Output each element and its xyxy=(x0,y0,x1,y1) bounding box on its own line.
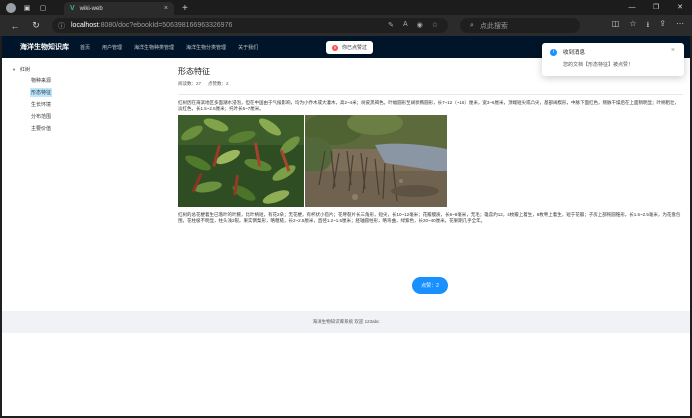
address-bar[interactable]: ⓘ localhost :8080/doc?ebookId=5063981669… xyxy=(52,18,448,33)
window-controls: — ❐ ✕ xyxy=(620,0,692,15)
tree-root-label: 红树 xyxy=(19,67,30,73)
maximize-button[interactable]: ❐ xyxy=(644,0,668,15)
minimize-button[interactable]: — xyxy=(620,0,644,15)
tree-node-value[interactable]: 主要价值 xyxy=(30,124,52,133)
menu-item-about[interactable]: 关于我们 xyxy=(238,44,258,51)
notification-title: 收到消息 xyxy=(563,50,586,56)
tree-node-morphology[interactable]: 形态特征 xyxy=(30,88,53,97)
favorite-icon[interactable]: ☆ xyxy=(432,21,438,29)
favorites-icon[interactable]: ☆ xyxy=(629,19,636,33)
toast-text: 你已点赞过 xyxy=(342,45,368,51)
photo-row xyxy=(178,115,684,207)
share-icon[interactable]: ⇪ xyxy=(659,19,666,33)
footer: 海洋生物知识库系统 欢迎 123abc xyxy=(2,311,690,333)
info-icon: i xyxy=(550,49,557,56)
search-placeholder: 点此搜索 xyxy=(479,22,508,30)
tab-actions-icon[interactable]: ▢ xyxy=(38,3,48,13)
browser-search-box[interactable]: ⌕ 点此搜索 xyxy=(460,18,580,33)
read-count: 阅读数：27 xyxy=(178,81,202,86)
reload-icon[interactable]: ↻ xyxy=(30,20,42,31)
notification-close-button[interactable]: × xyxy=(671,47,675,54)
tab-close-button[interactable]: × xyxy=(164,5,168,12)
doc-paragraph-1: 红树因在海滨地区多面潮水浸泡，但在中国由于气候影响，均为小乔木或大灌木，高2~4… xyxy=(178,100,680,111)
web-page: 海洋生物知识库 首页 用户管理 海洋生物种类管理 海洋生物分类管理 关于我们 ✕… xyxy=(2,36,690,416)
split-screen-icon[interactable]: ◫ xyxy=(612,19,620,33)
error-toast: ✕ 你已点赞过 xyxy=(326,41,374,54)
browser-right-tools: ◫ ☆ ⭳ ⇪ ⋯ xyxy=(612,19,684,33)
vote-button[interactable]: 点赞：2 xyxy=(412,277,448,294)
address-actions: ✎ A ◉ ☆ xyxy=(388,21,438,29)
app-brand[interactable]: 海洋生物知识库 xyxy=(20,42,78,52)
doc-content: 形态特征 阅读数：27 点赞数：2 红树因在海滨地区多面潮水浸泡，但在中国由于气… xyxy=(178,66,684,224)
profile-avatar[interactable] xyxy=(6,2,16,13)
menu-item-home[interactable]: 首页 xyxy=(80,44,90,51)
vue-logo-icon: V xyxy=(70,5,75,12)
divider xyxy=(178,94,683,95)
doc-title: 形态特征 xyxy=(178,67,210,76)
search-icon: ⌕ xyxy=(470,21,474,29)
new-tab-button[interactable]: + xyxy=(182,3,188,14)
url-host: localhost xyxy=(71,22,99,29)
menu-item-species[interactable]: 海洋生物种类管理 xyxy=(134,44,174,51)
site-info-icon[interactable]: ⓘ xyxy=(58,21,65,31)
menu-item-users[interactable]: 用户管理 xyxy=(102,44,122,51)
browser-toolbar: ← ↻ ⓘ localhost :8080/doc?ebookId=506398… xyxy=(0,15,692,36)
edit-icon[interactable]: ✎ xyxy=(388,21,394,29)
doc-meta: 阅读数：27 点赞数：2 xyxy=(178,81,684,87)
mangrove-roots-photo xyxy=(305,115,447,207)
back-icon[interactable]: ← xyxy=(9,21,21,31)
close-window-button[interactable]: ✕ xyxy=(668,0,692,15)
top-menu: 首页 用户管理 海洋生物种类管理 海洋生物分类管理 关于我们 xyxy=(78,44,258,51)
mangrove-leaves-photo xyxy=(178,115,304,207)
download-icon[interactable]: ⭳ xyxy=(646,19,649,33)
menu-item-category[interactable]: 海洋生物分类管理 xyxy=(186,44,226,51)
workspaces-icon[interactable]: ▣ xyxy=(22,3,32,13)
tree-node-origin[interactable]: 物种来源 xyxy=(30,76,52,85)
tree-node-habitat[interactable]: 生长环境 xyxy=(30,100,52,109)
tree-node-distribution[interactable]: 分布范围 xyxy=(30,112,52,121)
extension-icon[interactable]: ◉ xyxy=(417,21,423,29)
doc-paragraph-2: 红树的总花梗着生已落叶的叶腋，比叶柄短，有花2朵；无花梗，有杯状小苞片；花萼裂片… xyxy=(178,212,681,223)
tab-title: wiki-web xyxy=(79,5,103,12)
browser-tabbar: ▣ ▢ V wiki-web × + — ❐ ✕ xyxy=(0,0,692,15)
url-path: :8080/doc?ebookId=506398166963326976 xyxy=(98,22,233,29)
more-icon[interactable]: ⋯ xyxy=(676,19,684,33)
doc-tree: ▼ 红树 物种来源 形态特征 生长环境 分布范围 主要价值 xyxy=(12,66,162,133)
read-aloud-icon[interactable]: A xyxy=(403,21,408,29)
mangrove-leaves-image xyxy=(178,115,304,207)
error-icon: ✕ xyxy=(332,44,338,51)
vote-count: 点赞数：2 xyxy=(208,81,229,86)
mangrove-roots-image xyxy=(305,115,447,207)
caret-down-icon[interactable]: ▼ xyxy=(12,67,16,72)
tree-root-node[interactable]: ▼ 红树 xyxy=(12,66,162,73)
browser-tab-active[interactable]: V wiki-web × xyxy=(64,2,174,15)
